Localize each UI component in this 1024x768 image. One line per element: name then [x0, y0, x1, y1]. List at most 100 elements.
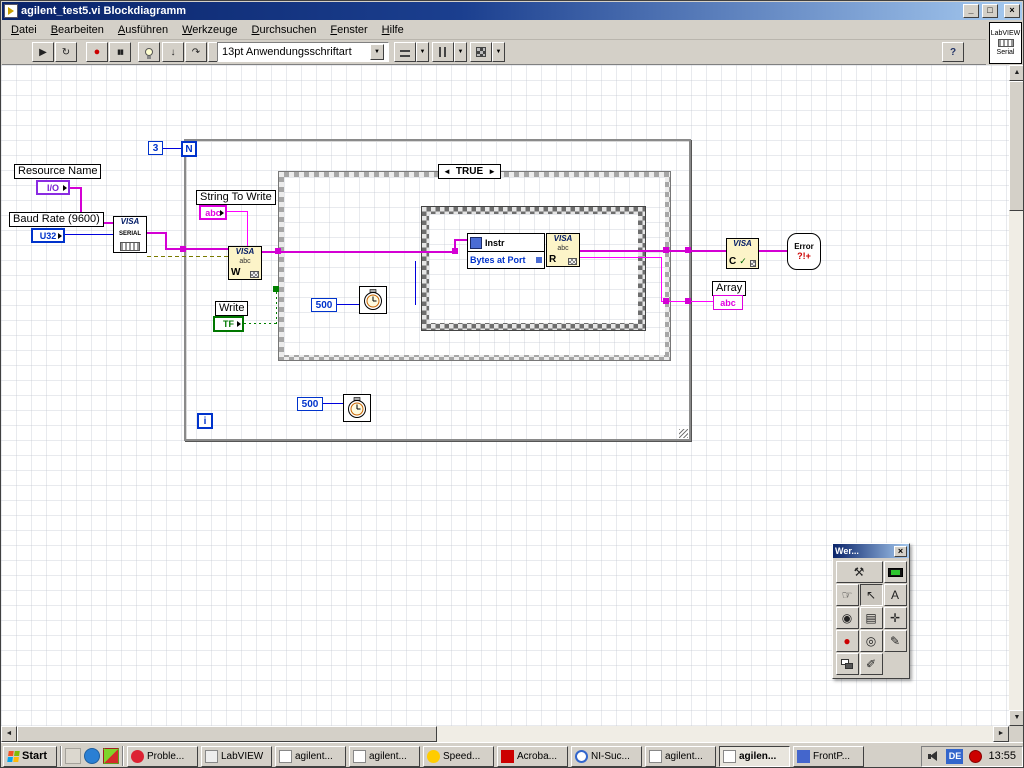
vertical-scrollbar[interactable]: ▲ ▼ [1009, 65, 1023, 726]
menu-datei[interactable]: Datei [4, 21, 44, 39]
close-button[interactable]: × [1004, 4, 1020, 18]
reorder-dropdown[interactable]: ▼ [470, 42, 506, 62]
task-button-labview[interactable]: LabVIEW [201, 745, 272, 767]
font-selector[interactable]: 13pt Anwendungsschriftart ▼ [217, 42, 389, 62]
window-titlebar[interactable]: agilent_test5.vi Blockdiagramm _ □ × [2, 2, 1022, 20]
loop-iteration-terminal[interactable]: i [197, 413, 213, 429]
task-button-ni-suche[interactable]: NI-Suc... [571, 745, 642, 767]
vertical-scroll-thumb[interactable] [1009, 81, 1023, 211]
numeric-wire[interactable] [415, 261, 416, 305]
start-button[interactable]: Start [3, 745, 57, 767]
tools-palette-close-button[interactable]: × [894, 545, 907, 557]
visa-resource-wire[interactable] [165, 248, 230, 250]
error-wire[interactable] [147, 256, 229, 257]
string-wire[interactable] [247, 211, 248, 247]
run-continuous-button[interactable]: ↻ [55, 42, 77, 62]
volume-icon[interactable] [928, 750, 940, 762]
tool-paintbrush[interactable]: ✐ [859, 653, 883, 675]
taskbar-clock[interactable]: 13:55 [988, 750, 1016, 762]
property-node-item-row[interactable]: Bytes at Port [468, 252, 544, 268]
tool-probe[interactable]: ◎ [859, 630, 883, 652]
tool-breakpoint[interactable]: ● [835, 630, 859, 652]
visa-read-node[interactable]: VISA abc R [546, 233, 580, 267]
error-cluster-wire[interactable] [759, 250, 789, 252]
scroll-left-button[interactable]: ◄ [1, 726, 17, 742]
quick-launch-icon-1[interactable] [65, 748, 81, 764]
menu-bearbeiten[interactable]: Bearbeiten [44, 21, 111, 39]
reorder-dropdown-arrow-icon[interactable]: ▼ [492, 42, 505, 62]
distribute-dropdown-arrow-icon[interactable]: ▼ [454, 42, 467, 62]
tool-edit-text[interactable]: A [883, 584, 907, 606]
tools-pal0ette-window[interactable]: Wer... × ⚒ ☞ ↖ A ◉ ▤ ✛ ● ◎ ✎ ✐ [832, 543, 910, 679]
case-next-arrow-icon[interactable]: ► [488, 167, 496, 176]
loop-resize-handle[interactable] [679, 429, 688, 438]
pause-button[interactable]: ▮▮ [109, 42, 131, 62]
vi-icon[interactable]: LabVIEW Serial [989, 22, 1022, 64]
baud-rate-terminal[interactable]: U32 [31, 228, 65, 243]
boolean-wire[interactable] [244, 323, 279, 324]
string-wire[interactable] [661, 257, 662, 302]
task-button-acrobat[interactable]: Acroba... [497, 745, 568, 767]
numeric-wire[interactable] [337, 304, 359, 305]
visa-write-node[interactable]: VISA abc W [228, 246, 262, 280]
tool-copy-color[interactable]: ✎ [883, 630, 907, 652]
resource-name-terminal[interactable]: I/O [36, 180, 70, 195]
task-button-speed[interactable]: Speed... [423, 745, 494, 767]
task-button-frontpage[interactable]: FrontP... [793, 745, 864, 767]
loop-count-constant[interactable]: 3 [148, 141, 163, 155]
language-indicator[interactable]: DE [946, 748, 964, 764]
scroll-up-button[interactable]: ▲ [1009, 65, 1023, 81]
numeric-wire[interactable] [323, 403, 343, 404]
numeric-wire[interactable] [163, 148, 181, 149]
visa-resource-wire[interactable] [262, 251, 456, 253]
menu-hilfe[interactable]: Hilfe [375, 21, 411, 39]
baud-rate-label[interactable]: Baud Rate (9600) [9, 212, 104, 227]
wait-constant-case[interactable]: 500 [311, 298, 337, 312]
menu-fenster[interactable]: Fenster [323, 21, 374, 39]
visa-resource-wire[interactable] [580, 250, 728, 252]
wait-ms-node-loop[interactable] [343, 394, 371, 422]
case-prev-arrow-icon[interactable]: ◄ [443, 167, 451, 176]
string-wire[interactable] [227, 211, 248, 212]
array-label[interactable]: Array [712, 281, 747, 296]
task-button-agilent-2[interactable]: agilent... [349, 745, 420, 767]
help-button[interactable]: ? [942, 42, 964, 62]
error-handler-node[interactable]: Error ?!+ [787, 233, 821, 270]
distribute-objects-dropdown[interactable]: ▼ [432, 42, 468, 62]
string-to-write-label[interactable]: String To Write [196, 190, 276, 205]
abort-button[interactable]: ● [86, 42, 108, 62]
task-button-agilent-1[interactable]: agilent... [275, 745, 346, 767]
scroll-right-button[interactable]: ► [993, 726, 1009, 742]
write-label[interactable]: Write [215, 301, 249, 316]
task-button-agilent-3[interactable]: agilent... [645, 745, 716, 767]
numeric-wire[interactable] [65, 234, 113, 235]
minimize-button[interactable]: _ [963, 4, 979, 18]
scroll-down-button[interactable]: ▼ [1009, 710, 1023, 726]
visa-configure-serial-node[interactable]: VISA SERIAL [113, 216, 147, 253]
loop-count-terminal[interactable]: N [181, 141, 197, 157]
tools-palette-titlebar[interactable]: Wer... × [833, 544, 909, 558]
run-button[interactable]: ▶ [32, 42, 54, 62]
tool-connect-wire[interactable]: ◉ [835, 607, 859, 629]
step-over-button[interactable]: ↷ [185, 42, 207, 62]
case-selector-label[interactable]: ◄ TRUE ► [438, 164, 502, 179]
task-button-agilent-active[interactable]: agilen... [719, 745, 790, 767]
tool-set-color[interactable] [835, 653, 859, 675]
wait-constant-loop[interactable]: 500 [297, 397, 323, 411]
horizontal-scroll-thumb[interactable] [17, 726, 437, 742]
menu-durchsuchen[interactable]: Durchsuchen [245, 21, 324, 39]
task-button-probleme[interactable]: Proble... [127, 745, 198, 767]
block-diagram-canvas[interactable]: ◄ TRUE ► 3 N i Resource Name I/O Baud Ra… [1, 65, 1009, 726]
property-node[interactable]: Instr Bytes at Port [467, 233, 545, 269]
horizontal-scrollbar[interactable]: ◄ ► [1, 726, 1009, 742]
quick-launch-icon-2[interactable] [84, 748, 100, 764]
align-objects-dropdown[interactable]: ▼ [394, 42, 430, 62]
tool-operate-value[interactable]: ☞ [835, 584, 859, 606]
tool-position-select[interactable]: ↖ [859, 584, 883, 606]
tool-auto-select[interactable]: ⚒ [835, 561, 883, 583]
maximize-button[interactable]: □ [982, 4, 998, 18]
string-to-write-terminal[interactable]: abc [199, 205, 227, 220]
write-terminal[interactable]: TF [213, 316, 244, 332]
menu-ausfuehren[interactable]: Ausführen [111, 21, 175, 39]
highlight-execution-button[interactable] [138, 42, 160, 62]
